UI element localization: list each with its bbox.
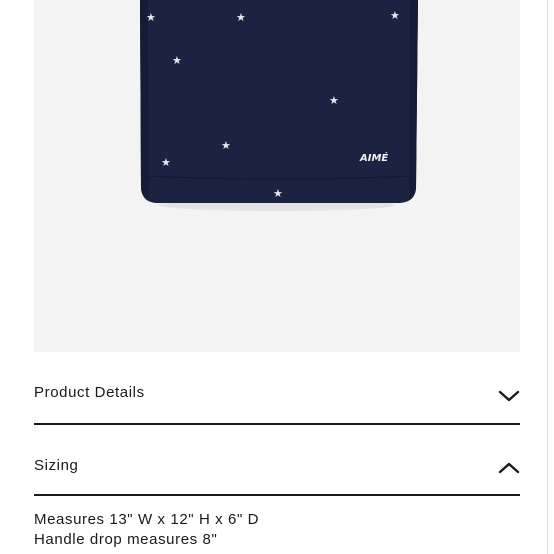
sizing-line-handle-drop: Handle drop measures 8" bbox=[34, 531, 218, 548]
product-image[interactable]: ★ ★ ★ ★ ★ ★ ★ ★ AIMÉ bbox=[34, 0, 520, 352]
divider bbox=[34, 494, 520, 496]
svg-text:★: ★ bbox=[236, 11, 246, 24]
svg-text:★: ★ bbox=[221, 139, 231, 152]
product-page: ★ ★ ★ ★ ★ ★ ★ ★ AIMÉ Product Details Siz… bbox=[0, 0, 554, 554]
product-details-toggle[interactable]: Product Details bbox=[34, 376, 520, 416]
svg-text:★: ★ bbox=[146, 11, 156, 24]
svg-text:★: ★ bbox=[273, 187, 283, 200]
svg-text:★: ★ bbox=[161, 156, 171, 169]
chevron-up-icon[interactable] bbox=[498, 461, 520, 475]
bag-body bbox=[140, 0, 418, 203]
divider bbox=[34, 423, 520, 425]
sizing-toggle[interactable]: Sizing bbox=[34, 448, 520, 488]
scroll-edge bbox=[547, 0, 548, 554]
product-details-label: Product Details bbox=[34, 384, 145, 401]
sizing-label: Sizing bbox=[34, 457, 79, 474]
sizing-details: Measures 13" W x 12" H x 6" D Handle dro… bbox=[34, 510, 259, 550]
sizing-line-dimensions: Measures 13" W x 12" H x 6" D bbox=[34, 511, 260, 528]
tote-bag-illustration: ★ ★ ★ ★ ★ ★ ★ ★ AIMÉ bbox=[34, 0, 520, 352]
svg-text:★: ★ bbox=[172, 54, 182, 67]
brand-logo: AIMÉ bbox=[359, 151, 388, 164]
chevron-down-icon[interactable] bbox=[498, 389, 520, 403]
svg-text:★: ★ bbox=[390, 9, 400, 22]
svg-text:★: ★ bbox=[329, 94, 339, 107]
